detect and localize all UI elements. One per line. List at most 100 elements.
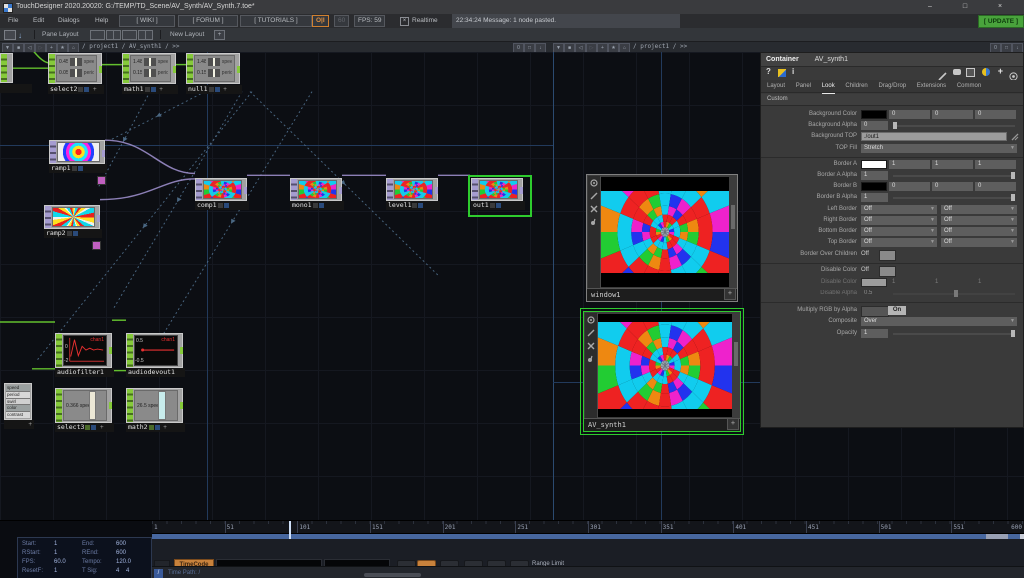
pane-preset-vsplit[interactable] xyxy=(106,30,121,40)
tab-panel[interactable]: Panel xyxy=(796,80,811,92)
value-field[interactable]: 0 xyxy=(975,182,1016,191)
node-ramp1-label[interactable]: ramp1 xyxy=(49,164,107,173)
chop-output-connector[interactable] xyxy=(109,402,112,409)
top-input-connectors[interactable] xyxy=(472,179,478,200)
left-border-dropdown-2[interactable]: Off▼ xyxy=(941,205,1017,214)
tab-children[interactable]: Children xyxy=(845,80,867,92)
node-ramp2-label[interactable]: ramp2 xyxy=(44,229,102,238)
top-output-connector[interactable] xyxy=(339,187,342,194)
tab-look[interactable]: Look xyxy=(822,80,835,94)
op-picker-icon[interactable] xyxy=(1011,133,1019,143)
top-input-connectors[interactable] xyxy=(50,141,56,163)
top-input-connectors[interactable] xyxy=(196,179,202,200)
new-layout-add-button[interactable]: + xyxy=(214,30,225,40)
slider[interactable] xyxy=(893,125,1015,127)
fps-cap[interactable]: 60 xyxy=(334,15,349,27)
realtime-checkbox[interactable]: × xyxy=(400,17,409,26)
help-icon[interactable]: ? xyxy=(766,67,771,76)
value-field[interactable]: 0 xyxy=(861,121,888,130)
node-ramp2[interactable] xyxy=(44,205,100,229)
top-border-dropdown-2[interactable]: Off▼ xyxy=(941,238,1017,247)
update-button[interactable]: [ UPDATE ] xyxy=(978,15,1024,28)
color-swatch[interactable] xyxy=(861,278,887,287)
node-channel-list[interactable]: speedperiodswirlcolorcontrastvolume xyxy=(4,383,32,420)
left-pane-path[interactable]: / project1 / AV_synth1 / >> xyxy=(82,42,180,52)
pointer-hand-icon[interactable] xyxy=(588,215,600,228)
viewer-flag[interactable] xyxy=(92,241,101,250)
bookmark-icon[interactable] xyxy=(4,30,16,40)
top-path-field[interactable]: ./out1 xyxy=(861,132,1007,141)
forum-link[interactable]: [ FORUM ] xyxy=(178,15,238,27)
clipped-node[interactable] xyxy=(0,53,13,83)
channel-row[interactable]: contrast xyxy=(6,412,30,418)
value-field[interactable]: 1 xyxy=(975,160,1016,169)
bottom-border-dropdown-2[interactable]: Off▼ xyxy=(941,227,1017,236)
pane-preset-single[interactable] xyxy=(90,30,105,40)
left-border-dropdown-1[interactable]: Off▼ xyxy=(861,205,937,214)
node-select2-label[interactable]: select2 + xyxy=(48,85,104,94)
node-math1[interactable]: 1.48speed 0.15period xyxy=(122,53,176,84)
horizontal-scrollbar[interactable] xyxy=(364,573,421,577)
right-border-dropdown-2[interactable]: Off▼ xyxy=(941,216,1017,225)
node-mono1[interactable] xyxy=(290,178,342,201)
python-icon[interactable] xyxy=(982,68,990,76)
node-audiodevout1-label[interactable]: audiodevout1 xyxy=(126,368,185,377)
slider[interactable] xyxy=(893,293,1015,295)
operator-name[interactable]: AV_synth1 xyxy=(801,56,848,63)
time-path-label[interactable]: Time Path: / xyxy=(168,570,200,576)
node-audiofilter1[interactable]: 0 -2 chan1 xyxy=(55,333,112,368)
color-swatch[interactable] xyxy=(861,160,887,169)
add-parameter-icon[interactable]: + xyxy=(998,66,1003,76)
realtime-label[interactable]: Realtime xyxy=(412,14,438,28)
add-icon[interactable]: + xyxy=(724,288,736,300)
node-out1-label[interactable]: out1 xyxy=(471,201,525,210)
chop-output-connector[interactable] xyxy=(173,66,176,73)
tab-dragdrop[interactable]: Drag/Drop xyxy=(878,80,906,92)
pane-preset-hsplit[interactable] xyxy=(122,30,137,40)
gear-icon[interactable] xyxy=(585,313,597,326)
close-button[interactable]: × xyxy=(990,0,1010,14)
timeline-ruler[interactable]: 151101151201251301351401451501551600 xyxy=(152,521,1024,534)
preview-scrollbar[interactable] xyxy=(731,205,735,229)
chop-input-connectors[interactable] xyxy=(123,54,129,83)
toggle[interactable] xyxy=(879,250,896,261)
menu-dialogs[interactable]: Dialogs xyxy=(58,14,80,28)
tab-extensions[interactable]: Extensions xyxy=(917,80,946,92)
node-audiofilter1-label[interactable]: audiofilter1 xyxy=(55,368,114,377)
channel-row[interactable]: speed xyxy=(6,385,30,392)
node-out1[interactable] xyxy=(471,178,523,201)
pane-preset-grid[interactable] xyxy=(138,30,153,40)
oi-toggle[interactable]: O|I xyxy=(312,15,329,27)
node-math2-label[interactable]: math2 + xyxy=(126,423,185,432)
chop-output-connector[interactable] xyxy=(109,347,112,354)
color-swatch[interactable] xyxy=(861,110,887,119)
composite-dropdown[interactable]: Over▼ xyxy=(861,317,1017,326)
channel-row[interactable]: color xyxy=(6,405,30,412)
menu-help[interactable]: Help xyxy=(95,14,108,28)
node-comp1[interactable] xyxy=(195,178,247,201)
value-field[interactable]: 0 xyxy=(889,182,930,191)
value-field[interactable]: 0.5 xyxy=(861,289,888,298)
node-null1[interactable]: 1.48speed 0.15period xyxy=(186,53,240,84)
node-math2[interactable]: 26.5 speed xyxy=(126,388,183,423)
node-comp1-label[interactable]: comp1 xyxy=(195,201,249,210)
toggle[interactable] xyxy=(879,266,896,277)
value-field[interactable]: 1 xyxy=(889,160,930,169)
value-field[interactable]: 0 xyxy=(932,110,973,119)
top-fill-dropdown[interactable]: Stretch▼ xyxy=(861,144,1017,153)
comment-icon[interactable] xyxy=(953,69,961,75)
top-input-connectors[interactable] xyxy=(45,206,51,228)
close-icon[interactable] xyxy=(585,339,597,352)
playhead[interactable] xyxy=(289,521,291,539)
slider[interactable] xyxy=(893,175,1015,177)
minimize-button[interactable]: – xyxy=(920,0,940,14)
top-output-connector[interactable] xyxy=(102,150,105,157)
close-icon[interactable] xyxy=(588,202,600,215)
chop-output-connector[interactable] xyxy=(180,347,183,354)
value-field[interactable]: 1 xyxy=(932,160,973,169)
right-border-dropdown-1[interactable]: Off▼ xyxy=(861,216,937,225)
node-audiodevout1[interactable]: 0.5 -0.5 chan1 xyxy=(126,333,183,368)
chop-output-connector[interactable] xyxy=(99,66,102,73)
add-icon[interactable]: + xyxy=(727,418,739,430)
node-select3[interactable]: 0.366 speed xyxy=(55,388,112,423)
